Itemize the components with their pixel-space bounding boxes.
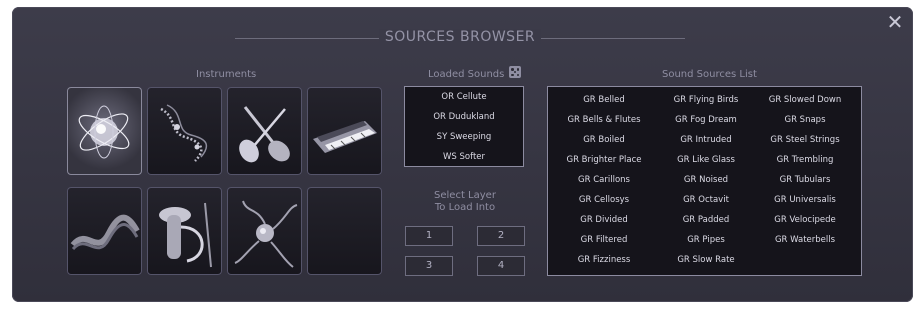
guitar-violin-icon bbox=[239, 106, 290, 163]
select-layer-label-line2: To Load Into bbox=[434, 202, 496, 213]
close-icon[interactable]: ✕ bbox=[885, 12, 905, 32]
instrument-tile-empty[interactable] bbox=[307, 187, 382, 275]
loaded-sound-item[interactable]: WS Softer bbox=[405, 152, 523, 162]
loaded-sound-item[interactable]: OR Dudukland bbox=[405, 112, 523, 122]
loaded-sounds-label: Loaded Sounds bbox=[428, 69, 505, 80]
source-item[interactable]: GR Like Glass bbox=[656, 155, 756, 165]
source-item[interactable]: GR Brighter Place bbox=[554, 155, 654, 165]
source-item[interactable]: GR Waterbells bbox=[755, 235, 855, 245]
abstract-spiral-icon bbox=[160, 104, 208, 162]
source-item[interactable]: GR Bells & Flutes bbox=[554, 115, 654, 125]
title-bar: SOURCES BROWSER bbox=[235, 28, 685, 48]
instrument-tile-6[interactable] bbox=[147, 187, 222, 275]
instrument-tile-3[interactable] bbox=[227, 87, 302, 175]
instrument-tile-1[interactable] bbox=[67, 87, 142, 175]
source-item[interactable]: GR Boiled bbox=[554, 135, 654, 145]
source-item[interactable]: GR Intruded bbox=[656, 135, 756, 145]
source-item[interactable]: GR Padded bbox=[656, 215, 756, 225]
wave-ribbon-icon bbox=[70, 214, 140, 251]
source-item[interactable]: GR Snaps bbox=[755, 115, 855, 125]
instrument-tile-7[interactable] bbox=[227, 187, 302, 275]
layer-4-button[interactable]: 4 bbox=[477, 256, 525, 276]
select-layer-label-line1: Select Layer bbox=[434, 190, 496, 201]
source-item[interactable]: GR Fizziness bbox=[554, 255, 654, 265]
source-item[interactable]: GR Trembling bbox=[755, 155, 855, 165]
loaded-sounds-list: OR Cellute OR Dudukland SY Sweeping WS S… bbox=[404, 86, 524, 167]
source-item[interactable]: GR Cellosys bbox=[554, 195, 654, 205]
instrument-tile-5[interactable] bbox=[67, 187, 142, 275]
instrument-tile-2[interactable] bbox=[147, 87, 222, 175]
dice-icon[interactable] bbox=[509, 66, 521, 78]
layer-1-button[interactable]: 1 bbox=[405, 226, 453, 246]
source-item[interactable]: GR Octavit bbox=[656, 195, 756, 205]
source-item[interactable]: GR Pipes bbox=[656, 235, 756, 245]
atom-orb-icon bbox=[78, 105, 130, 159]
creature-tentacles-icon bbox=[234, 200, 298, 268]
source-item[interactable]: GR Slow Rate bbox=[656, 255, 756, 265]
source-item[interactable]: GR Universalis bbox=[755, 195, 855, 205]
source-item[interactable]: GR Tubulars bbox=[755, 175, 855, 185]
instrument-tile-4[interactable] bbox=[307, 87, 382, 175]
source-item[interactable]: GR Steel Strings bbox=[755, 135, 855, 145]
sound-sources-label: Sound Sources List bbox=[662, 69, 757, 80]
source-item[interactable]: GR Filtered bbox=[554, 235, 654, 245]
source-item[interactable]: GR Fog Dream bbox=[656, 115, 756, 125]
source-item[interactable]: GR Slowed Down bbox=[755, 95, 855, 105]
layer-2-button[interactable]: 2 bbox=[477, 226, 525, 246]
source-item[interactable]: GR Noised bbox=[656, 175, 756, 185]
layer-3-button[interactable]: 3 bbox=[405, 256, 453, 276]
source-item[interactable]: GR Belled bbox=[554, 95, 654, 105]
source-item[interactable]: GR Divided bbox=[554, 215, 654, 225]
brass-horn-icon bbox=[159, 202, 212, 268]
source-item[interactable]: GR Carillons bbox=[554, 175, 654, 185]
source-item[interactable]: GR Flying Birds bbox=[656, 95, 756, 105]
window-title: SOURCES BROWSER bbox=[378, 29, 542, 45]
source-item[interactable]: GR Velocipede bbox=[755, 215, 855, 225]
select-layer-label: Select Layer To Load Into bbox=[420, 190, 510, 214]
synth-keyboard-icon bbox=[313, 121, 377, 153]
instruments-label: Instruments bbox=[196, 69, 257, 80]
loaded-sound-item[interactable]: OR Cellute bbox=[405, 92, 523, 102]
loaded-sound-item[interactable]: SY Sweeping bbox=[405, 132, 523, 142]
